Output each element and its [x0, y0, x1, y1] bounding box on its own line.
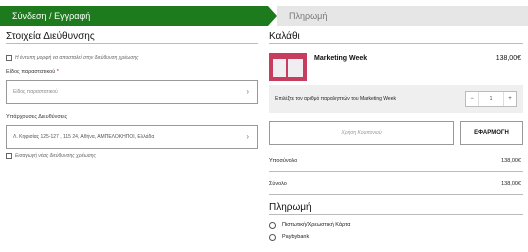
decrement-button[interactable]: − [466, 92, 478, 106]
item-name: Marketing Week [314, 55, 368, 62]
coupon-row: Χρήση Κουπονιού ΕΦΑΡΜΟΓΗ [269, 121, 523, 145]
new-address-checkbox[interactable] [6, 153, 12, 159]
new-address-label: Εισαγωγή νέας διεύθυνσης χρέωσης [15, 153, 96, 159]
new-address-option[interactable]: Εισαγωγή νέας διεύθυνσης χρέωσης [6, 151, 258, 161]
payment-option-card[interactable]: Πιστωτική/Χρεωστική Κάρτα [269, 219, 523, 231]
thumbnail-page [288, 59, 303, 77]
cart-title: Καλάθι [269, 30, 523, 44]
recipients-box: Επιλέξτε τον αριθμό παραληπτών του Marke… [269, 85, 523, 113]
quantity-value[interactable]: 1 [478, 92, 504, 106]
total-label: Σύνολο [269, 181, 287, 187]
checkout-steps: Σύνδεση / Εγγραφή Πληρωμή [0, 6, 528, 26]
item-price: 138,00€ [495, 55, 521, 62]
increment-button[interactable]: + [504, 92, 516, 106]
document-type-select[interactable]: Είδος παραστατικού › [6, 80, 258, 104]
payment-option-paybybank[interactable]: Paybybank [269, 231, 523, 243]
total-row: Σύνολο 138,00€ [269, 174, 523, 195]
address-section: Στοιχεία Διεύθυνσης Η έντυπη μορφή να απ… [6, 30, 258, 161]
card-radio[interactable] [269, 221, 276, 229]
printed-copy-option[interactable]: Η έντυπη μορφή να αποσταλεί στην διεύθυν… [6, 53, 258, 63]
existing-addresses-label: Υπάρχουσες Διευθύνσεις [6, 114, 68, 120]
step-payment[interactable]: Πληρωμή [277, 6, 528, 26]
step-login-register[interactable]: Σύνδεση / Εγγραφή [0, 6, 268, 26]
printed-copy-label: Η έντυπη μορφή να αποσταλεί στην διεύθυν… [15, 55, 139, 61]
existing-address-value: Λ. Κηφισίας 125-127 , 115 24, Αθήνα, ΑΜΠ… [13, 134, 155, 140]
payment-title: Πληρωμή [269, 201, 523, 215]
required-mark: * [56, 69, 59, 75]
document-type-label: Είδος παραστατικού * [6, 69, 258, 77]
quantity-stepper[interactable]: − 1 + [465, 91, 517, 107]
total-value: 138,00€ [501, 181, 521, 187]
step-arrow [268, 6, 277, 26]
subtotal-value: 138,00€ [501, 158, 521, 164]
document-type-placeholder: Είδος παραστατικού [13, 89, 58, 95]
subtotal-row: Υποσύνολο 138,00€ [269, 151, 523, 172]
cart-item: Marketing Week 138,00€ [269, 53, 523, 83]
printed-copy-checkbox[interactable] [6, 55, 12, 61]
cart-section: Καλάθι Marketing Week 138,00€ Επιλέξτε τ… [269, 30, 523, 243]
product-thumbnail [269, 53, 307, 81]
coupon-input[interactable]: Χρήση Κουπονιού [269, 121, 454, 145]
apply-coupon-button[interactable]: ΕΦΑΡΜΟΓΗ [460, 121, 523, 145]
document-type-label-text: Είδος παραστατικού [6, 69, 56, 75]
subtotal-label: Υποσύνολο [269, 158, 298, 164]
chevron-right-icon: › [246, 132, 249, 141]
existing-addresses-select[interactable]: Λ. Κηφισίας 125-127 , 115 24, Αθήνα, ΑΜΠ… [6, 125, 258, 149]
paybybank-radio[interactable] [269, 233, 276, 241]
thumbnail-page [273, 59, 286, 77]
address-title: Στοιχεία Διεύθυνσης [6, 30, 258, 44]
paybybank-label: Paybybank [282, 234, 310, 240]
card-label: Πιστωτική/Χρεωστική Κάρτα [282, 222, 351, 228]
chevron-right-icon: › [246, 87, 249, 96]
recipients-label: Επιλέξτε τον αριθμό παραληπτών του Marke… [275, 96, 396, 102]
